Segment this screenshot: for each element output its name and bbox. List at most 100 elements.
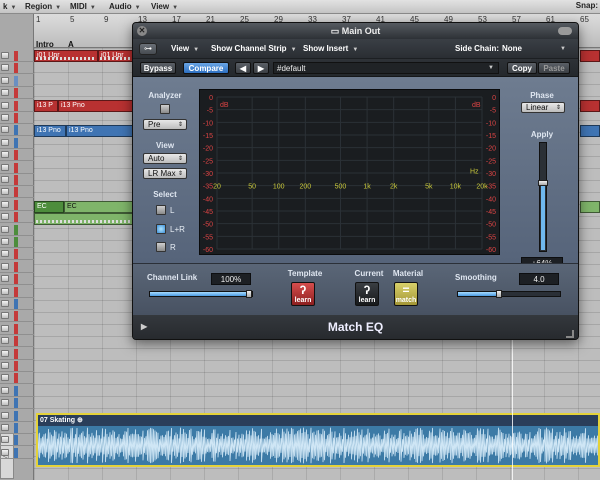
track-header[interactable] (0, 149, 34, 162)
track-header[interactable] (0, 50, 34, 62)
phase-select[interactable]: Linear ⇕ (521, 102, 565, 113)
track-button[interactable] (1, 151, 9, 159)
link-icon[interactable]: ⊶ (139, 43, 157, 55)
show-channel-strip-menu[interactable]: Show Channel Strip ▼ (211, 43, 297, 55)
midi-region[interactable]: EC (64, 201, 138, 213)
track-header[interactable] (0, 124, 34, 137)
channel-link-value[interactable]: 100% (211, 273, 251, 285)
current-learn-button[interactable]: ʔ learn (355, 282, 379, 306)
track-button[interactable] (1, 337, 9, 345)
midi-region[interactable]: i13 Pno (34, 125, 66, 137)
midi-region[interactable] (580, 201, 600, 213)
track-header[interactable] (0, 348, 34, 360)
track-header[interactable] (0, 447, 34, 459)
track-header[interactable] (0, 372, 34, 385)
template-learn-button[interactable]: ʔ learn (291, 282, 315, 306)
track-button[interactable] (1, 287, 9, 295)
track-button[interactable] (1, 163, 9, 171)
snap-label[interactable]: Snap: (576, 1, 598, 10)
side-chain-select[interactable]: None ▼ (502, 43, 570, 55)
track-header[interactable] (0, 211, 34, 224)
track-header[interactable] (0, 335, 34, 348)
track-button[interactable] (1, 250, 9, 258)
midi-region[interactable] (580, 50, 600, 62)
preset-menu[interactable]: #default ▼ (273, 62, 499, 74)
resize-handle[interactable] (566, 330, 574, 338)
track-button[interactable] (1, 64, 9, 72)
track-button[interactable] (1, 52, 9, 59)
midi-region[interactable]: i13 P (34, 100, 58, 112)
track-button[interactable] (1, 411, 9, 419)
track-header[interactable] (0, 224, 34, 236)
track-button[interactable] (1, 138, 9, 146)
midi-region[interactable] (580, 100, 600, 112)
menu-audio[interactable]: Audio ▼ (106, 1, 141, 12)
smoothing-slider[interactable] (457, 290, 561, 298)
track-header[interactable] (0, 298, 34, 310)
track-header[interactable] (0, 112, 34, 124)
track-header[interactable] (0, 186, 34, 199)
track-header[interactable] (0, 62, 34, 75)
track-button[interactable] (1, 424, 9, 431)
track-header[interactable] (0, 397, 34, 410)
track-button[interactable] (1, 275, 9, 283)
track-header[interactable] (0, 385, 34, 397)
menu-view[interactable]: View ▼ (148, 1, 178, 12)
track-header[interactable] (0, 199, 34, 211)
view-menu[interactable]: View ▼ (171, 43, 199, 55)
analyzer-mode-select[interactable]: Pre ⇕ (143, 119, 187, 130)
smoothing-slider-thumb[interactable] (496, 290, 503, 298)
track-button[interactable] (1, 188, 9, 196)
track-header[interactable] (0, 236, 34, 248)
disclosure-triangle-icon[interactable]: ▶ (141, 315, 147, 339)
eq-display[interactable]: 0 0 -5 -5 -10 -10 -15 -15 -20 -20 -25 -25 -30 -30 -35 -… (199, 89, 500, 255)
menu-region[interactable]: Region ▼ (22, 1, 61, 12)
show-insert-menu[interactable]: Show Insert ▼ (303, 43, 358, 55)
track-button[interactable] (1, 225, 9, 233)
smoothing-value[interactable]: 4.0 (519, 273, 559, 285)
track-button[interactable] (1, 89, 9, 97)
track-header[interactable] (0, 75, 34, 87)
midi-region[interactable] (34, 213, 138, 225)
track-header[interactable] (0, 360, 34, 372)
track-button[interactable] (1, 436, 9, 444)
track-button[interactable] (1, 262, 9, 270)
view-mode-select[interactable]: Auto ⇕ (143, 153, 187, 164)
midi-region[interactable] (580, 125, 600, 137)
next-preset-button[interactable]: ▶ (253, 62, 269, 74)
copy-button[interactable]: Copy (507, 62, 537, 74)
channel-link-slider-thumb[interactable] (246, 290, 252, 298)
midi-region[interactable]: i01 Upr (34, 50, 98, 62)
track-button[interactable] (1, 374, 9, 382)
track-button[interactable] (1, 213, 9, 221)
track-button[interactable] (1, 324, 9, 332)
menu-midi[interactable]: MIDI ▼ (67, 1, 96, 12)
track-header[interactable] (0, 434, 34, 447)
track-button[interactable] (1, 448, 9, 456)
audio-region[interactable]: 07 Skating ⊕ (36, 413, 600, 467)
track-button[interactable] (1, 126, 9, 134)
track-header[interactable] (0, 261, 34, 273)
plugin-titlebar[interactable]: ✕ ▭ Main Out (133, 23, 578, 39)
track-header[interactable] (0, 162, 34, 174)
track-header[interactable] (0, 323, 34, 335)
track-button[interactable] (1, 349, 9, 357)
analyzer-toggle[interactable] (160, 104, 170, 114)
track-header[interactable] (0, 422, 34, 434)
select-r-checkbox[interactable] (156, 242, 166, 252)
track-button[interactable] (1, 362, 9, 369)
track-button[interactable] (1, 76, 9, 84)
track-button[interactable] (1, 238, 9, 245)
bypass-button[interactable]: Bypass (140, 62, 176, 74)
track-header[interactable] (0, 410, 34, 422)
track-header[interactable] (0, 310, 34, 323)
track-button[interactable] (1, 176, 9, 183)
select-lr-checkbox[interactable] (156, 224, 166, 234)
channel-link-slider[interactable] (149, 290, 253, 298)
midi-region[interactable]: i13 Pno (58, 100, 138, 112)
apply-fader-thumb[interactable] (538, 179, 548, 186)
track-button[interactable] (1, 386, 9, 394)
track-header[interactable] (0, 137, 34, 149)
track-header[interactable] (0, 286, 34, 298)
track-header[interactable] (0, 100, 34, 112)
